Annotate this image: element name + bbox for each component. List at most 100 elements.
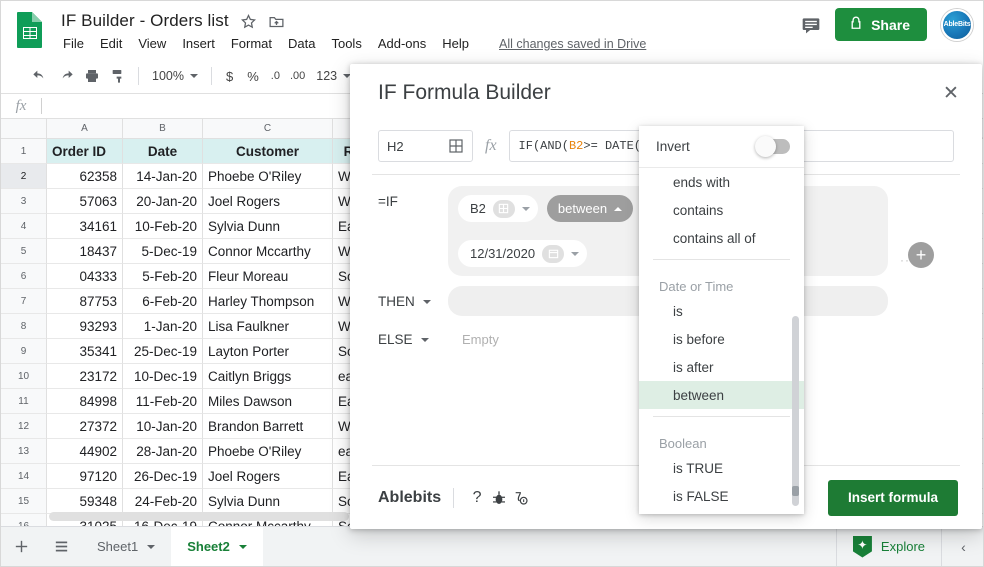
column-header-c[interactable]: C [203,119,333,138]
range-picker-icon[interactable] [448,138,464,154]
collapse-panel-button[interactable]: ‹ [941,526,983,566]
column-header-a[interactable]: A [47,119,123,138]
column-header-b[interactable]: B [123,119,203,138]
menu-item-format[interactable]: Format [231,36,272,51]
table-cell[interactable]: Miles Dawson [203,389,333,414]
menu-item-addons[interactable]: Add-ons [378,36,426,51]
table-cell[interactable]: Layton Porter [203,339,333,364]
increase-decimal-button[interactable]: .00 [285,70,310,82]
help-icon[interactable]: ? [466,487,488,509]
table-cell[interactable]: Harley Thompson [203,289,333,314]
calendar-icon[interactable] [542,244,565,263]
sheet-tab-sheet2[interactable]: Sheet2 [171,526,263,566]
dropdown-scrollbar[interactable] [792,316,799,506]
dropdown-item-between[interactable]: between [639,381,804,409]
save-status[interactable]: All changes saved in Drive [499,37,646,51]
table-cell[interactable]: 6-Feb-20 [123,289,203,314]
table-cell[interactable]: 35341 [47,339,123,364]
row-header-4[interactable]: 4 [1,214,47,239]
table-cell[interactable]: 25-Dec-19 [123,339,203,364]
table-cell[interactable]: 20-Jan-20 [123,189,203,214]
menu-item-help[interactable]: Help [442,36,469,51]
dropdown-scroll-end[interactable] [792,486,799,496]
table-cell[interactable]: 62358 [47,164,123,189]
table-cell[interactable]: Caitlyn Briggs [203,364,333,389]
table-cell[interactable]: 24-Feb-20 [123,489,203,514]
zoom-selector[interactable]: 100% [146,69,204,83]
table-cell[interactable]: 10-Dec-19 [123,364,203,389]
table-column-header[interactable]: Date [123,139,203,164]
table-cell[interactable]: Sylvia Dunn [203,214,333,239]
report-bug-icon[interactable] [488,487,510,509]
table-cell[interactable]: 87753 [47,289,123,314]
table-cell[interactable]: 34161 [47,214,123,239]
condition-reference-pill[interactable]: B2 [458,195,538,222]
table-cell[interactable]: 84998 [47,389,123,414]
invert-toggle[interactable] [755,136,790,157]
all-sheets-icon[interactable] [41,527,81,567]
page-title[interactable]: IF Builder - Orders list [61,11,229,31]
range-picker-icon[interactable] [492,199,515,218]
row-header-9[interactable]: 9 [1,339,47,364]
table-cell[interactable]: Sylvia Dunn [203,489,333,514]
row-header-2[interactable]: 2 [1,164,47,189]
add-sheet-icon[interactable] [1,527,41,567]
chevron-down-icon[interactable] [238,544,247,549]
close-icon[interactable]: ✕ [938,80,964,106]
table-cell[interactable]: 59348 [47,489,123,514]
row-header-7[interactable]: 7 [1,289,47,314]
chevron-down-icon[interactable] [571,251,580,256]
table-cell[interactable]: 28-Jan-20 [123,439,203,464]
menu-item-view[interactable]: View [138,36,166,51]
table-cell[interactable]: Brandon Barrett [203,414,333,439]
row-header-5[interactable]: 5 [1,239,47,264]
table-cell[interactable]: 11-Feb-20 [123,389,203,414]
table-cell[interactable]: 23172 [47,364,123,389]
menu-item-data[interactable]: Data [288,36,315,51]
table-cell[interactable]: Connor Mccarthy [203,239,333,264]
row-header-14[interactable]: 14 [1,464,47,489]
menu-item-insert[interactable]: Insert [182,36,215,51]
table-cell[interactable]: Phoebe O'Riley [203,164,333,189]
target-cell-field[interactable]: H2 [378,130,473,162]
dropdown-item-is[interactable]: is [639,297,804,325]
table-cell[interactable]: 26-Dec-19 [123,464,203,489]
chevron-down-icon[interactable] [521,206,530,211]
row-header-6[interactable]: 6 [1,264,47,289]
sheet-tab-sheet1[interactable]: Sheet1 [81,527,171,567]
row-header-13[interactable]: 13 [1,439,47,464]
table-cell[interactable]: Joel Rogers [203,464,333,489]
condition-value-pill[interactable]: 12/31/2020 [458,240,588,267]
row-header-8[interactable]: 8 [1,314,47,339]
paint-format-icon[interactable] [105,63,131,89]
menu-item-file[interactable]: File [63,36,84,51]
avatar[interactable]: AbleBits [941,8,973,41]
chevron-down-icon[interactable] [147,544,156,549]
table-cell[interactable]: 57063 [47,189,123,214]
condition-operator-dropdown[interactable]: between [546,195,634,222]
print-icon[interactable] [79,63,105,89]
table-cell[interactable]: 27372 [47,414,123,439]
move-to-folder-icon[interactable] [268,13,285,30]
undo-icon[interactable] [27,63,53,89]
row-header-12[interactable]: 12 [1,414,47,439]
table-cell[interactable]: 18437 [47,239,123,264]
dropdown-item-contains[interactable]: contains [639,196,804,224]
table-cell[interactable]: 10-Feb-20 [123,214,203,239]
row-header-15[interactable]: 15 [1,489,47,514]
table-cell[interactable]: 1-Jan-20 [123,314,203,339]
select-all-corner[interactable] [1,119,47,138]
dropdown-item-is-after[interactable]: is after [639,353,804,381]
table-cell[interactable]: 93293 [47,314,123,339]
dropdown-item-is-false[interactable]: is FALSE [639,482,804,510]
dropdown-item-is-before[interactable]: is before [639,325,804,353]
table-cell[interactable]: Fleur Moreau [203,264,333,289]
insert-formula-button[interactable]: Insert formula [827,479,958,516]
then-label-wrap[interactable]: THEN [378,286,448,309]
explore-button[interactable]: ✦ Explore [835,526,941,566]
table-cell[interactable]: 44902 [47,439,123,464]
percent-format-button[interactable]: % [240,69,266,84]
dropdown-item-ends-with[interactable]: ends with [639,168,804,196]
horizontal-scrollbar[interactable] [49,512,349,521]
row-header-11[interactable]: 11 [1,389,47,414]
